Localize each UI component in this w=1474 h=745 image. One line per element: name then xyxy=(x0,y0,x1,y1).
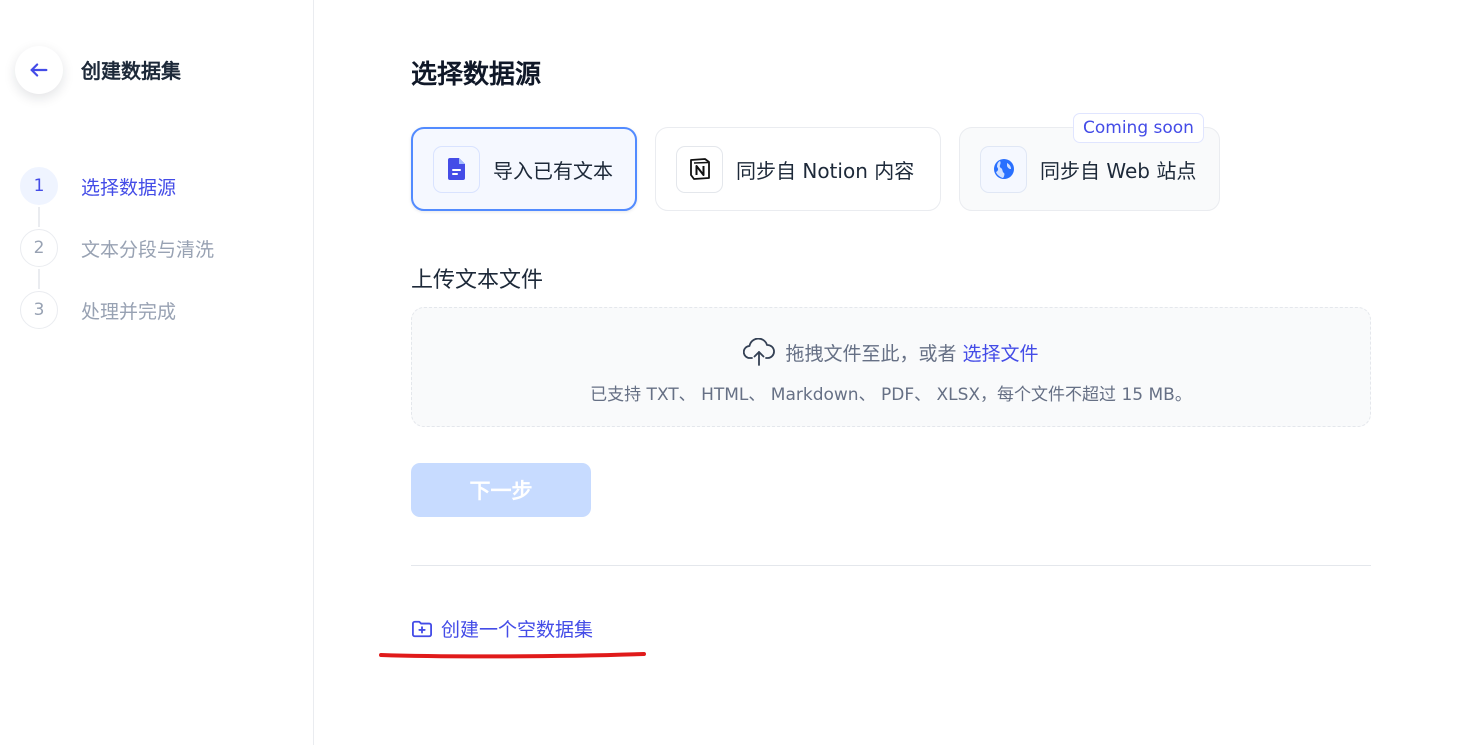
notion-icon xyxy=(676,145,723,193)
create-empty-dataset-label: 创建一个空数据集 xyxy=(441,619,594,641)
select-file-link[interactable]: 选择文件 xyxy=(963,339,1039,366)
source-label: 同步自 Notion 内容 xyxy=(736,158,915,183)
file-dropzone[interactable]: 拖拽文件至此，或者 选择文件 已支持 TXT、 HTML、 Markdown、 … xyxy=(411,307,1371,427)
document-icon xyxy=(433,145,480,193)
arrow-left-icon xyxy=(30,63,48,77)
globe-icon xyxy=(980,145,1027,193)
step-number: 2 xyxy=(20,229,58,267)
back-button[interactable] xyxy=(15,46,63,94)
sidebar-title: 创建数据集 xyxy=(81,59,181,83)
annotation-underline xyxy=(379,652,646,659)
coming-soon-badge: Coming soon xyxy=(1073,113,1204,143)
dropzone-row: 拖拽文件至此，或者 选择文件 xyxy=(412,338,1370,366)
step-3: 3 处理并完成 xyxy=(20,291,176,329)
source-import-text[interactable]: 导入已有文本 xyxy=(411,127,637,211)
sidebar: 创建数据集 1 选择数据源 2 文本分段与清洗 3 处理并完成 xyxy=(0,0,314,745)
create-empty-dataset-link[interactable]: 创建一个空数据集 xyxy=(411,615,593,642)
folder-plus-icon xyxy=(411,620,432,637)
step-number: 3 xyxy=(20,291,58,329)
step-2: 2 文本分段与清洗 xyxy=(20,229,214,267)
source-label: 导入已有文本 xyxy=(493,158,613,183)
page-title: 选择数据源 xyxy=(411,60,542,90)
next-step-button[interactable]: 下一步 xyxy=(411,463,591,517)
step-connector xyxy=(38,207,40,227)
step-label: 选择数据源 xyxy=(81,176,177,199)
upload-cloud-icon xyxy=(743,338,776,366)
dropzone-text: 拖拽文件至此，或者 xyxy=(785,342,957,365)
source-notion[interactable]: 同步自 Notion 内容 xyxy=(655,127,941,211)
upload-section-title: 上传文本文件 xyxy=(411,268,544,293)
dropzone-tip: 已支持 TXT、 HTML、 Markdown、 PDF、 XLSX，每个文件不… xyxy=(590,385,1192,405)
step-label: 文本分段与清洗 xyxy=(81,238,215,261)
step-number: 1 xyxy=(20,167,58,205)
source-label: 同步自 Web 站点 xyxy=(1040,158,1197,183)
divider xyxy=(411,565,1371,566)
step-connector xyxy=(38,269,40,289)
step-1: 1 选择数据源 xyxy=(20,167,176,205)
step-label: 处理并完成 xyxy=(81,300,177,323)
